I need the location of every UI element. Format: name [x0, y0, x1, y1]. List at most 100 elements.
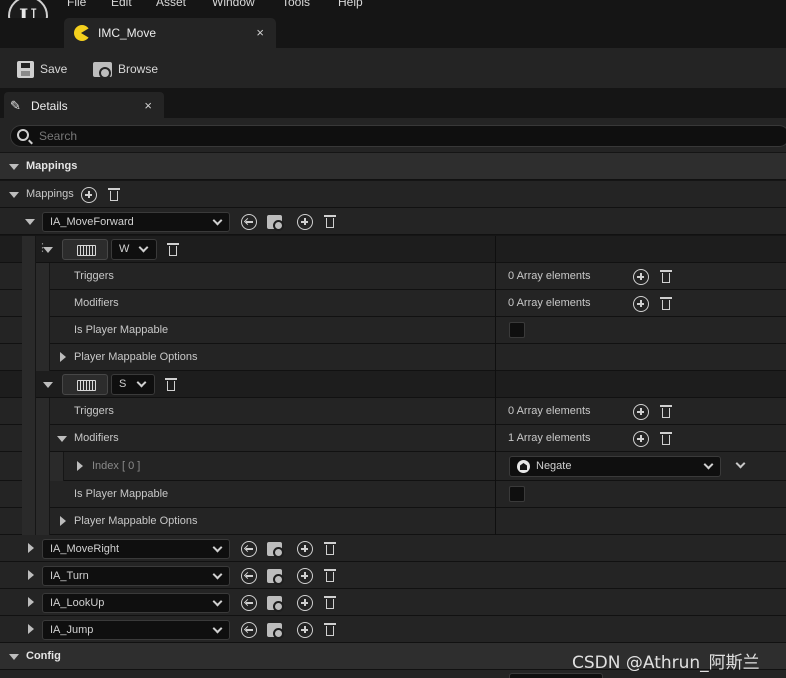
expand-arrow-icon[interactable] — [77, 461, 83, 471]
add-trigger-icon[interactable] — [633, 269, 649, 285]
key-dropdown[interactable]: W — [111, 239, 157, 260]
column-splitter[interactable] — [495, 236, 496, 263]
delete-mapping-icon[interactable] — [323, 541, 339, 557]
delete-mapping-icon[interactable] — [323, 622, 339, 638]
column-splitter[interactable] — [495, 344, 496, 371]
clear-triggers-icon[interactable] — [659, 404, 675, 420]
use-selected-icon[interactable] — [241, 595, 257, 611]
collapse-arrow-icon[interactable] — [25, 219, 35, 225]
input-action-dropdown[interactable]: IA_MoveRight — [42, 539, 230, 559]
menu-edit[interactable]: Edit — [111, 0, 132, 9]
expand-arrow-icon[interactable] — [60, 516, 66, 526]
expand-arrow-icon[interactable] — [28, 543, 34, 553]
key-dropdown[interactable]: S — [111, 374, 155, 395]
indent-gutter — [22, 425, 36, 452]
asset-toolbar: Save Browse — [0, 48, 786, 88]
search-input[interactable] — [39, 128, 739, 144]
close-tab-icon[interactable]: × — [256, 25, 264, 40]
browse-asset-icon[interactable] — [267, 215, 284, 231]
collapse-arrow-icon[interactable] — [9, 654, 19, 660]
player-mappable-label: Is Player Mappable — [74, 324, 169, 336]
save-button[interactable]: Save — [17, 58, 67, 80]
menu-tools[interactable]: Tools — [282, 0, 310, 9]
config-category-label: Config — [26, 650, 61, 662]
delete-mapping-icon[interactable] — [323, 595, 339, 611]
clear-triggers-icon[interactable] — [659, 269, 675, 285]
column-splitter[interactable] — [495, 398, 496, 425]
player-mappable-options-row[interactable]: Player Mappable Options — [0, 344, 786, 371]
input-action-dropdown[interactable]: IA_MoveForward — [42, 212, 230, 232]
add-trigger-icon[interactable] — [633, 404, 649, 420]
column-splitter[interactable] — [495, 508, 496, 535]
collapse-arrow-icon[interactable] — [9, 192, 19, 198]
details-tab-label: Details — [31, 99, 68, 113]
add-key-mapping-icon[interactable] — [297, 568, 313, 584]
column-splitter[interactable] — [495, 290, 496, 317]
player-mappable-checkbox[interactable] — [509, 322, 525, 338]
expand-arrow-icon[interactable] — [28, 624, 34, 634]
mapping-row: IA_MoveForward — [0, 208, 786, 235]
delete-mapping-icon[interactable] — [323, 214, 339, 230]
collapse-arrow-icon[interactable] — [57, 436, 67, 442]
add-modifier-icon[interactable] — [633, 431, 649, 447]
input-action-dropdown[interactable]: IA_Jump — [42, 620, 230, 640]
column-splitter[interactable] — [495, 317, 496, 344]
add-key-mapping-icon[interactable] — [297, 622, 313, 638]
add-key-mapping-icon[interactable] — [297, 541, 313, 557]
browse-asset-icon[interactable] — [267, 596, 284, 612]
menu-help[interactable]: Help — [338, 0, 363, 9]
mappings-category-row[interactable]: Mappings — [0, 153, 786, 180]
config-dropdown[interactable] — [509, 673, 603, 678]
add-key-mapping-icon[interactable] — [297, 595, 313, 611]
browse-asset-icon[interactable] — [267, 542, 284, 558]
input-action-name: IA_MoveForward — [50, 216, 134, 228]
player-mappable-options-row[interactable]: Player Mappable Options — [0, 508, 786, 535]
menu-window[interactable]: Window — [212, 0, 255, 9]
add-key-mapping-icon[interactable] — [297, 214, 313, 230]
delete-key-mapping-icon[interactable] — [166, 242, 182, 258]
player-mappable-options-label: Player Mappable Options — [74, 351, 198, 363]
column-splitter[interactable] — [495, 371, 496, 398]
chevron-down-icon — [136, 377, 147, 388]
menu-asset[interactable]: Asset — [156, 0, 186, 9]
menu-file[interactable]: File — [67, 0, 86, 9]
search-box[interactable] — [10, 125, 786, 147]
expand-arrow-icon[interactable] — [28, 597, 34, 607]
browse-button[interactable]: Browse — [93, 58, 158, 80]
close-panel-icon[interactable]: × — [144, 98, 152, 113]
asset-tab-label: IMC_Move — [98, 26, 157, 40]
column-splitter[interactable] — [495, 481, 496, 508]
input-action-dropdown[interactable]: IA_LookUp — [42, 593, 230, 613]
use-selected-icon[interactable] — [241, 214, 257, 230]
delete-mapping-icon[interactable] — [323, 568, 339, 584]
collapse-arrow-icon[interactable] — [43, 247, 53, 253]
add-mapping-icon[interactable] — [81, 187, 97, 203]
expand-arrow-icon[interactable] — [60, 352, 66, 362]
modifier-class-dropdown[interactable]: Negate — [509, 456, 721, 477]
expand-options-icon[interactable] — [735, 458, 746, 469]
use-selected-icon[interactable] — [241, 568, 257, 584]
tab-imc-move[interactable]: IMC_Move × — [64, 18, 276, 48]
use-selected-icon[interactable] — [241, 622, 257, 638]
clear-modifiers-icon[interactable] — [659, 296, 675, 312]
indent-gutter — [36, 317, 50, 344]
delete-key-mapping-icon[interactable] — [164, 377, 180, 393]
browse-asset-icon[interactable] — [267, 569, 284, 585]
browse-asset-icon[interactable] — [267, 623, 284, 639]
column-splitter[interactable] — [495, 452, 496, 481]
collapse-arrow-icon[interactable] — [43, 382, 53, 388]
column-splitter[interactable] — [495, 425, 496, 452]
collapse-arrow-icon[interactable] — [9, 164, 19, 170]
column-splitter[interactable] — [495, 263, 496, 290]
key-selector-button[interactable] — [62, 239, 108, 260]
input-action-dropdown[interactable]: IA_Turn — [42, 566, 230, 586]
expand-arrow-icon[interactable] — [28, 570, 34, 580]
clear-modifiers-icon[interactable] — [659, 431, 675, 447]
player-mappable-checkbox[interactable] — [509, 486, 525, 502]
key-label: S — [119, 378, 127, 390]
key-selector-button[interactable] — [62, 374, 108, 395]
use-selected-icon[interactable] — [241, 541, 257, 557]
tab-details[interactable]: ✎ Details × — [4, 92, 164, 118]
add-modifier-icon[interactable] — [633, 296, 649, 312]
clear-mappings-icon[interactable] — [107, 187, 123, 203]
